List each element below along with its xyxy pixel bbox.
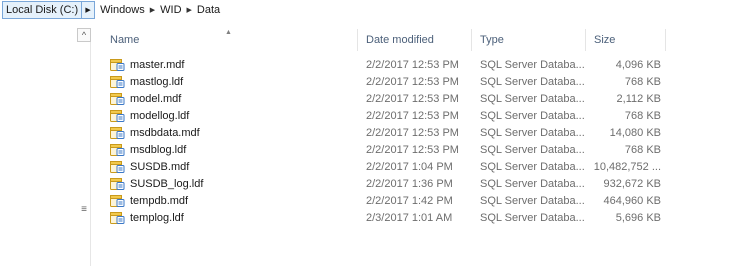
column-header-date-modified[interactable]: Date modified (358, 29, 472, 51)
file-date-modified: 2/3/2017 1:01 AM (366, 211, 453, 224)
breadcrumb-root-local-disk[interactable]: Local Disk (C:) (2, 1, 83, 19)
column-headers: Name ▲ Date modified Type Size (102, 29, 666, 51)
column-header-type[interactable]: Type (472, 29, 586, 51)
sort-ascending-icon: ▲ (225, 29, 232, 36)
column-header-label: Date modified (366, 34, 434, 46)
file-type: SQL Server Databa... (480, 143, 585, 156)
file-name-cell[interactable]: mastlog.ldf (102, 73, 358, 90)
file-type: SQL Server Databa... (480, 109, 585, 122)
scroll-grip-icon[interactable]: ≡ (78, 204, 90, 215)
file-name: SUSDB_log.ldf (130, 177, 204, 190)
file-date-modified: 2/2/2017 12:53 PM (366, 143, 459, 156)
file-row[interactable]: templog.ldf 2/3/2017 1:01 AM SQL Server Da… (102, 209, 666, 226)
file-date-modified: 2/2/2017 12:53 PM (366, 126, 459, 139)
file-type: SQL Server Databa... (480, 58, 585, 71)
column-header-label: Size (594, 34, 616, 46)
file-name-cell[interactable]: msdblog.ldf (102, 141, 358, 158)
file-name-cell[interactable]: SUSDB.mdf (102, 158, 358, 175)
file-size: 932,672 KB (603, 177, 662, 190)
database-file-icon (109, 58, 125, 72)
breadcrumb-root-label: Local Disk (C:) (6, 4, 79, 16)
database-file-icon (109, 194, 125, 208)
breadcrumb-item-windows[interactable]: Windows (95, 1, 150, 19)
database-file-icon (109, 126, 125, 140)
file-size: 14,080 KB (609, 126, 661, 139)
file-row[interactable]: master.mdf 2/2/2017 12:53 PM SQL Server Da… (102, 56, 666, 73)
file-type: SQL Server Databa... (480, 211, 585, 224)
column-header-label: Type (480, 34, 504, 46)
file-name-cell[interactable]: templog.ldf (102, 209, 358, 226)
file-row[interactable]: msdbdata.mdf 2/2/2017 12:53 PM SQL Server … (102, 124, 666, 141)
file-date-modified: 2/2/2017 12:53 PM (366, 109, 459, 122)
navigation-pane-scrollbar[interactable]: ^ ≡ (77, 28, 91, 266)
file-date-modified: 2/2/2017 1:04 PM (366, 160, 453, 173)
file-name-cell[interactable]: tempdb.mdf (102, 192, 358, 209)
file-type: SQL Server Databa... (480, 126, 585, 139)
breadcrumb-item-label: WID (160, 4, 182, 16)
file-name: tempdb.mdf (130, 194, 189, 207)
file-size: 4,096 KB (615, 58, 661, 71)
database-file-icon (109, 211, 125, 225)
database-file-icon (109, 143, 125, 157)
database-file-icon (109, 75, 125, 89)
chevron-right-icon[interactable]: ▶ (82, 1, 96, 19)
file-row[interactable]: SUSDB_log.ldf 2/2/2017 1:36 PM SQL Server … (102, 175, 666, 192)
column-header-label: Name (110, 34, 140, 46)
file-name-cell[interactable]: SUSDB_log.ldf (102, 175, 358, 192)
file-row[interactable]: tempdb.mdf 2/2/2017 1:42 PM SQL Server Dat… (102, 192, 666, 209)
file-size: 2,112 KB (616, 92, 661, 105)
breadcrumb-item-wid[interactable]: WID (155, 1, 186, 19)
file-size: 464,960 KB (603, 194, 662, 207)
file-name-cell[interactable]: master.mdf (102, 56, 358, 73)
column-header-size[interactable]: Size (586, 29, 666, 51)
file-name: mastlog.ldf (130, 75, 184, 88)
database-file-icon (109, 92, 125, 106)
file-name-cell[interactable]: msdbdata.mdf (102, 124, 358, 141)
file-date-modified: 2/2/2017 12:53 PM (366, 58, 459, 71)
file-name: model.mdf (130, 92, 182, 105)
breadcrumb-item-label: Windows (100, 4, 145, 16)
database-file-icon (109, 177, 125, 191)
file-size: 5,696 KB (615, 211, 661, 224)
file-type: SQL Server Databa... (480, 160, 585, 173)
file-name: modellog.ldf (130, 109, 190, 122)
file-size: 768 KB (624, 143, 661, 156)
breadcrumb-item-label: Data (196, 4, 221, 16)
file-row[interactable]: modellog.ldf 2/2/2017 12:53 PM SQL Server … (102, 107, 666, 124)
file-row[interactable]: msdblog.ldf 2/2/2017 12:53 PM SQL Server D… (102, 141, 666, 158)
chevron-up-icon[interactable]: ^ (77, 28, 91, 42)
database-file-icon (109, 160, 125, 174)
file-size: 10,482,752 ... (593, 160, 661, 173)
file-date-modified: 2/2/2017 12:53 PM (366, 92, 459, 105)
file-date-modified: 2/2/2017 1:36 PM (366, 177, 453, 190)
file-row[interactable]: mastlog.ldf 2/2/2017 12:53 PM SQL Server D… (102, 73, 666, 90)
file-name: msdbdata.mdf (130, 126, 200, 139)
file-size: 768 KB (624, 109, 661, 122)
database-file-icon (109, 109, 125, 123)
file-type: SQL Server Databa... (480, 75, 585, 88)
file-type: SQL Server Databa... (480, 92, 585, 105)
file-type: SQL Server Databa... (480, 194, 585, 207)
breadcrumb: Local Disk (C:) ▶ Windows ▶ WID ▶ Data (0, 0, 743, 20)
file-name: SUSDB.mdf (130, 160, 190, 173)
file-name-cell[interactable]: modellog.ldf (102, 107, 358, 124)
file-name: msdblog.ldf (130, 143, 187, 156)
file-date-modified: 2/2/2017 12:53 PM (366, 75, 459, 88)
file-name: master.mdf (130, 58, 185, 71)
file-date-modified: 2/2/2017 1:42 PM (366, 194, 453, 207)
file-row[interactable]: SUSDB.mdf 2/2/2017 1:04 PM SQL Server Data… (102, 158, 666, 175)
file-size: 768 KB (624, 75, 661, 88)
column-header-name[interactable]: Name ▲ (102, 29, 358, 51)
file-list: master.mdf 2/2/2017 12:53 PM SQL Server Da… (102, 56, 666, 226)
file-type: SQL Server Databa... (480, 177, 585, 190)
file-row[interactable]: model.mdf 2/2/2017 12:53 PM SQL Server Dat… (102, 90, 666, 107)
breadcrumb-item-data[interactable]: Data (192, 1, 225, 19)
file-name-cell[interactable]: model.mdf (102, 90, 358, 107)
file-name: templog.ldf (130, 211, 184, 224)
